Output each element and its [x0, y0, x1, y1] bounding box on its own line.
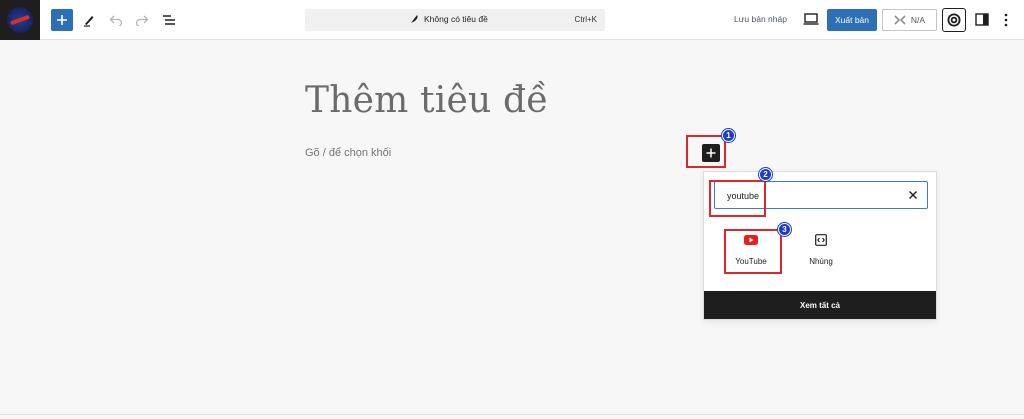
command-palette-bar[interactable]: Không có tiêu đề Ctrl+K: [305, 9, 605, 31]
block-result-label: YouTube: [735, 257, 767, 266]
command-shortcut: Ctrl+K: [574, 15, 597, 24]
site-logo[interactable]: [0, 0, 40, 40]
redo-button[interactable]: [134, 9, 150, 31]
list-view-icon: [163, 15, 175, 25]
editor-header: Không có tiêu đề Ctrl+K Lưu bản nháp Xuấ…: [0, 0, 1024, 40]
browse-all-button[interactable]: Xem tất cả: [704, 291, 936, 319]
seo-score-button[interactable]: N/A: [882, 9, 937, 31]
block-search-value: youtube: [727, 191, 760, 201]
feather-icon: [411, 15, 418, 23]
block-search-input[interactable]: youtube: [714, 181, 928, 209]
inline-inserter-button[interactable]: [702, 144, 720, 162]
publish-button[interactable]: Xuất bản: [827, 9, 877, 31]
more-options-icon[interactable]: [1003, 12, 1009, 28]
document-title: Không có tiêu đề: [424, 14, 488, 24]
post-title-input[interactable]: Thêm tiêu đề: [305, 80, 549, 121]
document-title-group: Không có tiêu đề: [410, 14, 488, 24]
save-draft-button[interactable]: Lưu bản nháp: [734, 14, 787, 24]
tools-button[interactable]: [80, 9, 98, 31]
block-inserter-popover: youtube YouTube Nhúng Xem tất cả: [703, 171, 937, 320]
redo-icon: [135, 15, 149, 26]
preview-device-icon[interactable]: [803, 12, 819, 26]
plugin-settings-button[interactable]: [942, 8, 966, 32]
seo-score-label: N/A: [910, 15, 926, 25]
block-result-embed[interactable]: Nhúng: [796, 232, 846, 266]
footer-divider: [0, 414, 1024, 415]
undo-button[interactable]: [108, 9, 124, 31]
plus-icon: [57, 15, 67, 25]
block-inserter-toggle[interactable]: [51, 9, 73, 31]
document-overview-button[interactable]: [160, 9, 178, 31]
step-badge-2: 2: [759, 168, 772, 181]
seo-plugin-icon: [894, 15, 906, 25]
block-result-label: Nhúng: [809, 257, 833, 266]
step-badge-3: 3: [778, 223, 791, 236]
undo-icon: [109, 15, 123, 26]
block-appender[interactable]: Gõ / để chọn khối: [305, 147, 391, 159]
pen-icon: [84, 16, 94, 27]
youtube-icon: [743, 232, 759, 248]
close-icon[interactable]: [908, 190, 918, 200]
embed-icon: [813, 232, 829, 248]
step-badge-1: 1: [722, 129, 735, 142]
sidebar-toggle-icon[interactable]: [975, 13, 989, 26]
site-logo-icon: [7, 7, 33, 33]
block-result-youtube[interactable]: YouTube: [726, 232, 776, 266]
gear-icon: [947, 13, 961, 27]
plus-icon: [706, 148, 716, 158]
